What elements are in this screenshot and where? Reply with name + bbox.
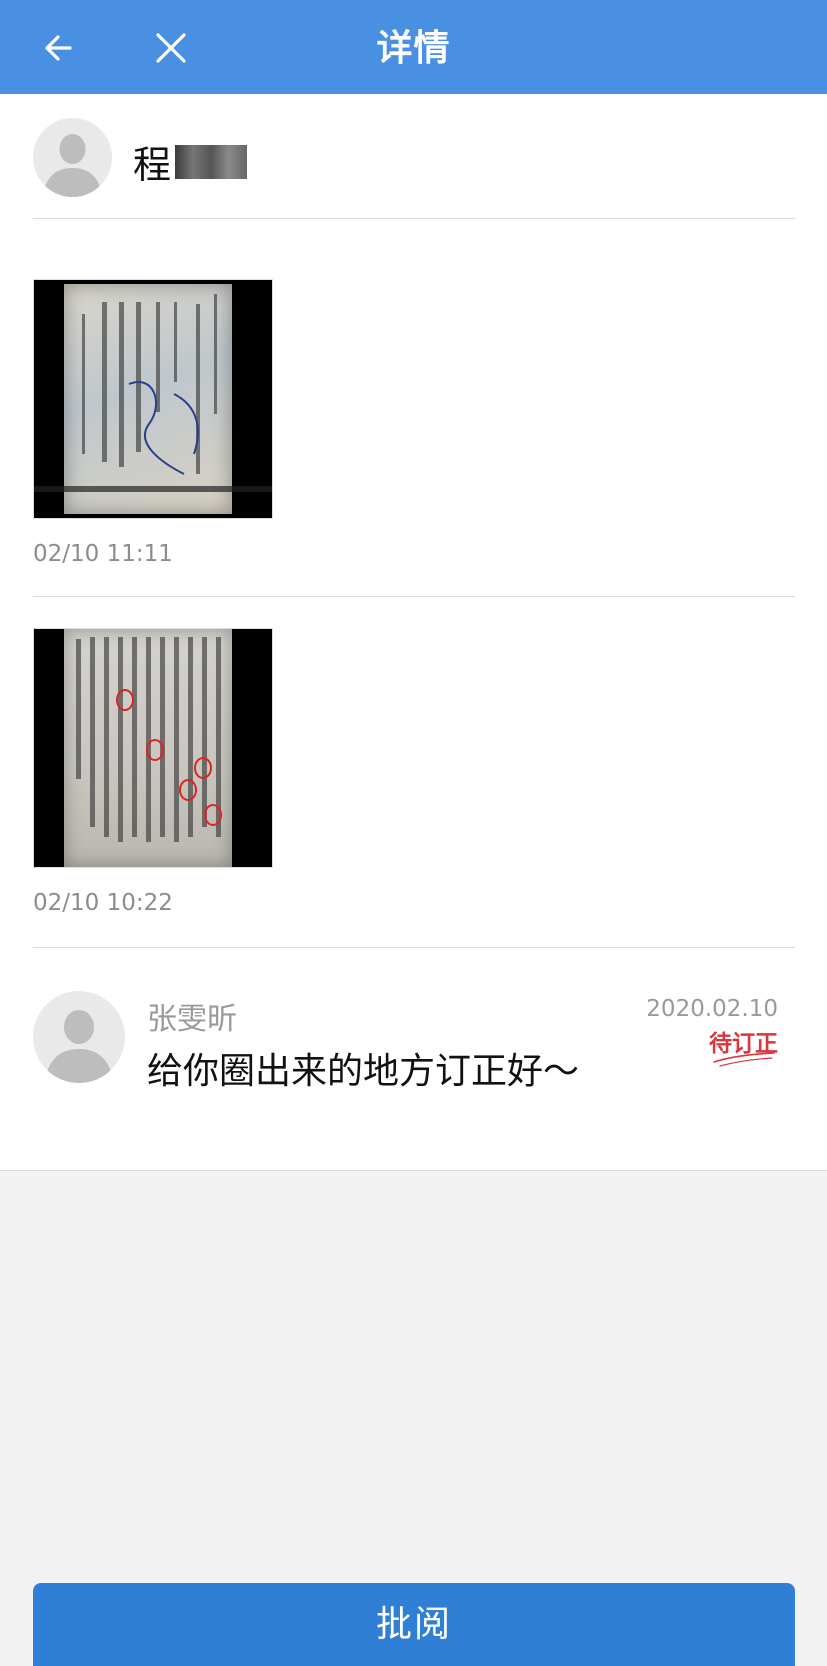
review-button[interactable]: 批阅 [33, 1583, 795, 1666]
comment-text: 给你圈出来的地方订正好～ [147, 1051, 580, 1092]
submission-time-1: 02/10 11:11 [33, 541, 173, 567]
submission-photo-2[interactable] [33, 628, 273, 868]
divider [33, 596, 795, 597]
submission-time-2: 02/10 10:22 [33, 890, 173, 916]
divider [33, 947, 795, 948]
page-title: 详情 [376, 28, 451, 69]
person-icon [45, 1010, 113, 1083]
top-bar: 详情 [0, 0, 827, 94]
status-stamp: 待订正 [698, 1024, 778, 1070]
detail-content: 程 02/10 11:11 02/10 10:22 张雯昕 给你圈出来的地方订正… [0, 94, 827, 1171]
teacher-avatar [33, 991, 125, 1083]
person-icon [43, 134, 102, 197]
teacher-name: 张雯昕 [147, 1002, 237, 1037]
name-blur-mask [175, 144, 248, 179]
student-avatar [33, 118, 112, 197]
student-name-text: 程 [133, 143, 172, 187]
student-name: 程 [133, 134, 248, 189]
comment-date: 2020.02.10 [646, 996, 778, 1022]
paper-image [64, 629, 232, 867]
divider [33, 218, 795, 219]
paper-image [64, 284, 232, 514]
submission-photo-1[interactable] [33, 279, 273, 519]
stamp-underline-icon [713, 1052, 775, 1067]
